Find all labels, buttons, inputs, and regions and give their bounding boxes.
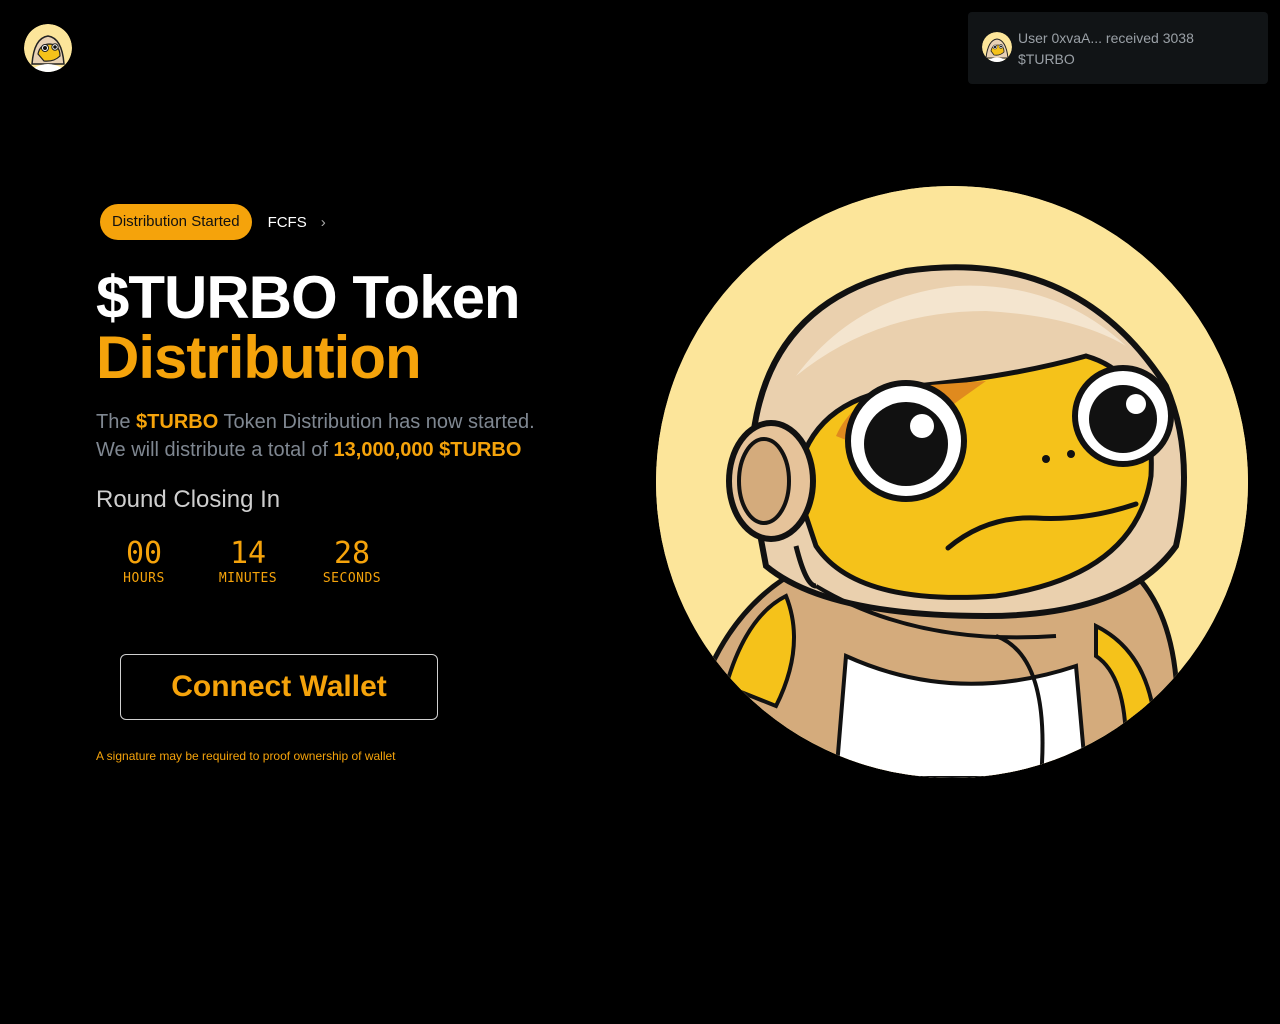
countdown-value: 14 bbox=[229, 536, 267, 571]
status-badge: Distribution Started bbox=[100, 204, 252, 240]
page-title: $TURBO Token Distribution bbox=[96, 264, 521, 391]
countdown-value: 00 bbox=[125, 536, 163, 571]
countdown-seconds: 28 SECONDS bbox=[300, 536, 404, 586]
connect-wallet-button[interactable]: Connect Wallet bbox=[120, 654, 438, 720]
turbo-logo-icon[interactable] bbox=[24, 24, 72, 72]
status-row: Distribution Started FCFS › bbox=[100, 204, 326, 240]
desc-part-2: Token Distribution has now started. bbox=[218, 411, 535, 433]
countdown-label: SECONDS bbox=[322, 571, 382, 586]
desc-highlight-1: $TURBO bbox=[136, 411, 219, 433]
desc-part-3: We will distribute a total of bbox=[96, 439, 334, 461]
countdown-hours: 00 HOURS bbox=[92, 536, 196, 586]
countdown-value: 28 bbox=[333, 536, 371, 571]
title-line-2: Distribution bbox=[96, 324, 422, 391]
signature-note: A signature may be required to proof own… bbox=[96, 749, 396, 763]
round-closing-label: Round Closing In bbox=[96, 486, 281, 513]
toad-astronaut-illustration-icon bbox=[656, 186, 1248, 778]
countdown-minutes: 14 MINUTES bbox=[196, 536, 300, 586]
fcfs-link[interactable]: FCFS › bbox=[268, 214, 326, 231]
description: The $TURBO Token Distribution has now st… bbox=[96, 408, 535, 464]
title-line-1: $TURBO Token bbox=[96, 264, 521, 331]
notification-toast: User 0xvaA... received 3038 $TURBO bbox=[968, 12, 1268, 84]
desc-highlight-2: 13,000,000 $TURBO bbox=[333, 439, 522, 461]
chevron-right-icon: › bbox=[320, 213, 326, 231]
desc-part-1: The bbox=[96, 411, 137, 433]
toast-message: User 0xvaA... received 3038 $TURBO bbox=[1018, 30, 1194, 67]
page: User 0xvaA... received 3038 $TURBO Distr… bbox=[0, 0, 1280, 1024]
toad-avatar-icon bbox=[982, 32, 1012, 62]
countdown-label: MINUTES bbox=[218, 571, 278, 586]
countdown-timer: 00 HOURS 14 MINUTES 28 SECONDS bbox=[120, 536, 404, 586]
countdown-label: HOURS bbox=[123, 571, 165, 586]
fcfs-label: FCFS bbox=[267, 213, 307, 231]
